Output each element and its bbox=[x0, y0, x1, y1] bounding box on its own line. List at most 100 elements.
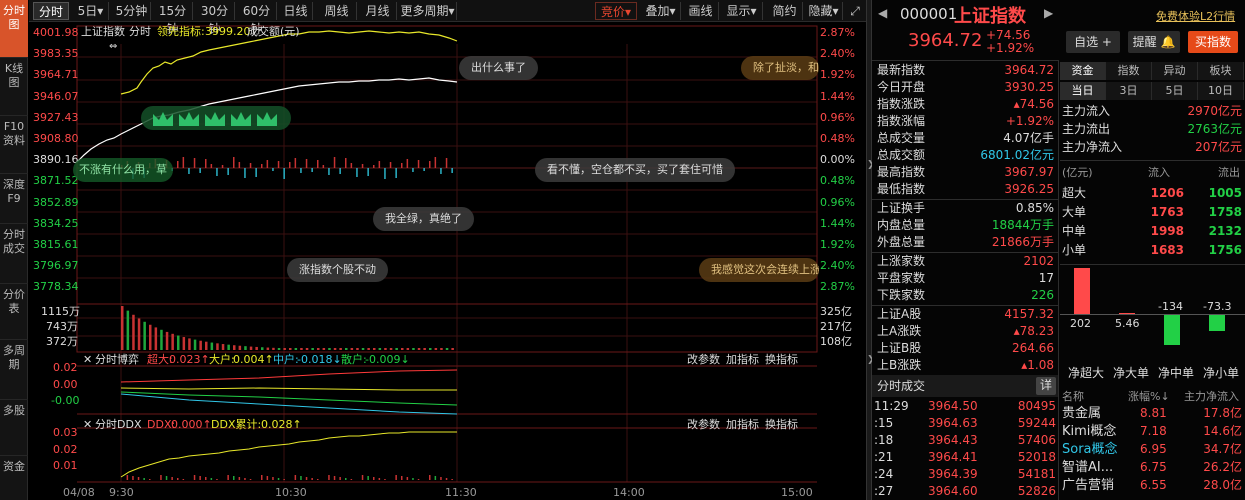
period-tab[interactable]: 10日 bbox=[1198, 82, 1244, 100]
add-watchlist-button[interactable]: 自选 + bbox=[1066, 31, 1120, 53]
trades-detail-button[interactable]: 详 bbox=[1036, 377, 1056, 395]
buy-index-button[interactable]: 买指数 bbox=[1188, 31, 1238, 53]
display-button[interactable]: 显示▾ bbox=[721, 2, 763, 20]
volume-bar bbox=[210, 342, 214, 350]
sidebar-item-f10[interactable]: F10资料 bbox=[0, 116, 28, 174]
flow-row-in: 1206 bbox=[1150, 186, 1184, 200]
volume-bar bbox=[339, 348, 342, 350]
tab-monthly[interactable]: 月线 bbox=[359, 2, 397, 20]
period-tab[interactable]: 3日 bbox=[1106, 82, 1152, 100]
flow-row-in: 1763 bbox=[1150, 205, 1184, 219]
breadth-bar bbox=[210, 164, 213, 168]
auction-button[interactable]: 竞价▾ bbox=[595, 2, 637, 20]
ddx-bar bbox=[283, 479, 285, 480]
breadth-bar bbox=[412, 168, 414, 172]
comment-bubble[interactable]: 看不懂，空仓都不买，买了套住可惜 bbox=[535, 158, 735, 182]
sector-name[interactable]: 贵金属 bbox=[1062, 405, 1136, 422]
breadth-bar bbox=[333, 157, 336, 168]
price-tick: 3890.16 bbox=[33, 153, 79, 167]
ddx-bar bbox=[412, 478, 414, 480]
edit-params-button[interactable]: 改参数 bbox=[687, 353, 720, 366]
tab-fund[interactable]: 资金 bbox=[1060, 62, 1106, 80]
comment-bubble[interactable]: 涨指数个股不动 bbox=[287, 258, 388, 282]
tab-more-periods[interactable]: 更多周期▾ bbox=[399, 2, 457, 20]
fund-divider bbox=[1060, 264, 1245, 265]
comment-bubble[interactable]: 我全绿，真绝了 bbox=[373, 207, 474, 231]
volume-bar bbox=[412, 348, 415, 350]
draw-line-button[interactable]: 画线 bbox=[683, 2, 719, 20]
stat-value: 3964.72 bbox=[1004, 63, 1054, 77]
breadth-bar bbox=[277, 161, 280, 168]
sector-pct-header[interactable]: 涨幅%↓ bbox=[1128, 388, 1170, 405]
period-tab[interactable]: 5日 bbox=[1152, 82, 1198, 100]
expand-icon[interactable]: ⇔ bbox=[109, 40, 117, 53]
tab-5day[interactable]: 5日▾ bbox=[73, 2, 109, 20]
fullscreen-icon[interactable]: ⤢ bbox=[847, 2, 863, 20]
tab-30min[interactable]: 30分钟 bbox=[195, 2, 235, 36]
tab-15min[interactable]: 15分钟 bbox=[153, 2, 193, 36]
breadth-bar bbox=[266, 160, 269, 168]
comment-bubble[interactable]: 我感觉这次会连续上涨 bbox=[699, 258, 819, 282]
collapse-icon[interactable]: ✕ bbox=[83, 418, 92, 431]
sidebar-item-depth[interactable]: 深度F9 bbox=[0, 174, 28, 224]
comment-bubble[interactable]: 除了扯淡，和 bbox=[741, 56, 819, 80]
net-bar-label: 净小单 bbox=[1203, 366, 1240, 380]
trade-time: :24 bbox=[874, 467, 894, 481]
ddx-tick-2: 0.02 bbox=[53, 443, 78, 456]
stat-value: 3967.97 bbox=[1004, 165, 1054, 179]
collapse-icon[interactable]: ✕ bbox=[83, 353, 92, 366]
edit-params-button[interactable]: 改参数 bbox=[687, 418, 720, 431]
breadth-bar bbox=[423, 168, 425, 171]
tab-sector[interactable]: 板块 bbox=[1198, 62, 1244, 80]
comment-bubble[interactable]: 不涨有什么用，草 bbox=[73, 158, 173, 182]
switch-indicator-button[interactable]: 换指标 bbox=[765, 353, 798, 366]
breadth-bar bbox=[429, 161, 431, 168]
volume-bars bbox=[121, 157, 454, 350]
sector-name[interactable]: Kimi概念 bbox=[1062, 423, 1136, 440]
vol-tick-r3: 108亿 bbox=[820, 335, 852, 348]
prev-stock-icon[interactable]: ◀ bbox=[878, 6, 887, 20]
ddx-bar bbox=[149, 479, 151, 480]
sector-pct: 6.75 bbox=[1140, 460, 1167, 474]
stat-label: 最高指数 bbox=[877, 165, 926, 179]
intraday-chart[interactable]: 上证指数 分时 领先指标: 3999.20 成交额(元) ⇔ 4001.98 39… bbox=[29, 22, 866, 500]
crown-badge[interactable] bbox=[141, 106, 291, 130]
sector-name[interactable]: 智谱AI... bbox=[1062, 459, 1136, 476]
tab-5min[interactable]: 5分钟 bbox=[113, 2, 151, 20]
tab-weekly[interactable]: 周线 bbox=[317, 2, 357, 20]
l2-trial-link[interactable]: 免费体验L2行情 bbox=[1156, 8, 1235, 24]
sidebar-item-multi-period[interactable]: 多周期 bbox=[0, 340, 28, 400]
sidebar-item-price-table[interactable]: 分价表 bbox=[0, 284, 28, 340]
percent-tick: 0.96% bbox=[820, 110, 855, 124]
tab-movement[interactable]: 异动 bbox=[1152, 62, 1198, 80]
next-stock-icon[interactable]: ▶ bbox=[1044, 6, 1053, 20]
sector-flow: 14.6亿 bbox=[1203, 424, 1242, 438]
comment-bubble[interactable]: 出什么事了 bbox=[459, 56, 538, 80]
volume-bar bbox=[361, 348, 365, 350]
vol-tick-3: 372万 bbox=[46, 335, 78, 348]
sidebar-item-kline[interactable]: K线图 bbox=[0, 58, 28, 116]
sector-name[interactable]: Sora概念 bbox=[1062, 441, 1136, 458]
stat-value: 3930.25 bbox=[1004, 80, 1054, 94]
tab-daily[interactable]: 日线 bbox=[279, 2, 313, 20]
tab-index[interactable]: 指数 bbox=[1106, 62, 1152, 80]
mid-trader-value: -0.018↓ bbox=[297, 353, 342, 366]
simple-button[interactable]: 简约 bbox=[767, 2, 803, 20]
sidebar-item-trades[interactable]: 分时成交 bbox=[0, 224, 28, 284]
stat-value: 4.07亿手 bbox=[1003, 131, 1054, 145]
overlay-button[interactable]: 叠加▾ bbox=[641, 2, 681, 20]
add-indicator-button[interactable]: 加指标 bbox=[726, 353, 759, 366]
sidebar-item-intraday[interactable]: 分时图 bbox=[0, 0, 28, 58]
period-tab[interactable]: 当日 bbox=[1060, 82, 1106, 100]
switch-indicator-button[interactable]: 换指标 bbox=[765, 418, 798, 431]
sector-name[interactable]: 广告营销 bbox=[1062, 477, 1136, 494]
alert-button[interactable]: 提醒 🔔 bbox=[1128, 31, 1180, 53]
sidebar-item-fund[interactable]: 资金 bbox=[0, 456, 28, 500]
sidebar-item-multi-stock[interactable]: 多股 bbox=[0, 400, 28, 456]
tab-intraday[interactable]: 分时 bbox=[33, 2, 69, 20]
hide-button[interactable]: 隐藏▾ bbox=[805, 2, 843, 20]
add-indicator-button[interactable]: 加指标 bbox=[726, 418, 759, 431]
net-bar-value: -134 bbox=[1158, 300, 1183, 313]
tab-60min[interactable]: 60分钟 bbox=[237, 2, 277, 36]
volume-bar bbox=[221, 344, 225, 350]
